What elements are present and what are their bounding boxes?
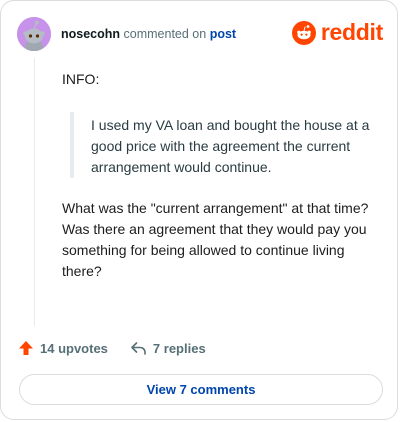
commented-on-text: commented on [123, 27, 207, 41]
blockquote: I used my VA loan and bought the house a… [70, 112, 372, 178]
reply-arrow-icon [131, 342, 146, 355]
username-link[interactable]: nosecohn [61, 27, 120, 41]
thread-line[interactable] [34, 58, 35, 326]
upvotes-count: 14 upvotes [40, 340, 108, 356]
reddit-logo[interactable]: reddit [291, 19, 383, 46]
comment-card: nosecohn commented on post reddit INFO: … [0, 0, 398, 420]
upvote-action[interactable]: 14 upvotes [18, 340, 108, 356]
quote-text: I used my VA loan and bought the house a… [91, 117, 370, 175]
view-comments-button[interactable]: View 7 comments [19, 374, 383, 405]
reddit-logo-icon [291, 20, 316, 45]
post-link[interactable]: post [210, 27, 236, 41]
avatar[interactable] [17, 17, 51, 51]
comment-body: INFO: I used my VA loan and bought the h… [62, 69, 372, 282]
comment-header: nosecohn commented on post [61, 27, 236, 41]
upvote-arrow-icon [19, 341, 33, 355]
comment-intro: INFO: [62, 71, 100, 87]
comment-actions: 14 upvotes 7 replies [18, 340, 206, 356]
snoo-avatar-icon [17, 17, 51, 51]
replies-count: 7 replies [152, 340, 206, 356]
comment-text: What was the "current arrangement" at th… [62, 200, 369, 279]
reddit-logo-text: reddit [320, 19, 383, 45]
replies-action[interactable]: 7 replies [130, 340, 206, 356]
